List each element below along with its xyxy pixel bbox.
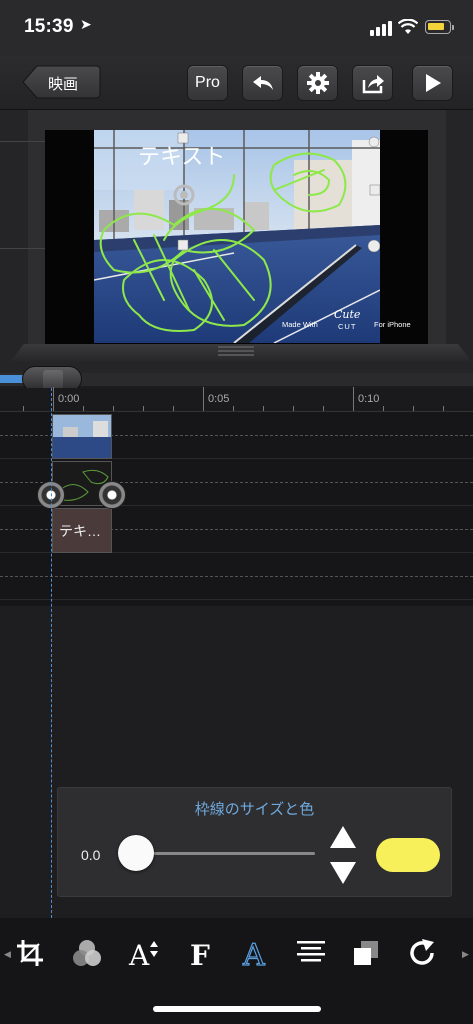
tick-label: 0:05 (208, 393, 230, 405)
stroke-settings-panel: 枠線のサイズと色 0.0 (57, 787, 452, 897)
back-button[interactable]: 映画 (22, 65, 101, 99)
wifi-icon (398, 19, 418, 34)
play-button[interactable] (412, 65, 453, 101)
font-icon: F (190, 939, 210, 969)
text-style-icon: A (241, 937, 265, 969)
align-icon (297, 941, 325, 962)
redo-icon (410, 939, 434, 965)
location-icon: ➤ (80, 16, 92, 32)
watermark-cute: Cute (334, 308, 361, 321)
home-indicator (153, 1006, 321, 1012)
stroke-size-slider-thumb[interactable] (118, 835, 154, 871)
undo-button[interactable] (242, 65, 283, 101)
crop-button[interactable] (11, 934, 49, 972)
track-empty (0, 553, 473, 600)
video-preview[interactable]: テキスト Made With Cute CUT (94, 130, 380, 343)
settings-button[interactable] (297, 65, 338, 101)
status-bar: 15:39 ➤ (0, 0, 473, 56)
font-button[interactable]: F (182, 934, 220, 972)
color-filter-icon (73, 940, 101, 966)
playhead-line (51, 388, 52, 923)
color-filter-button[interactable] (68, 934, 106, 972)
scroll-right-icon[interactable]: ▶ (462, 949, 469, 960)
stroke-size-slider[interactable] (135, 852, 315, 855)
time-ruler: 0:00 0:05 0:10 (0, 387, 473, 412)
undo-icon (252, 76, 273, 90)
svg-text:A: A (128, 939, 150, 969)
redo-button[interactable] (404, 934, 442, 972)
tick-label: 0:10 (358, 393, 380, 405)
watermark-cut: CUT (338, 322, 357, 331)
text-style-button[interactable]: A (237, 934, 275, 972)
font-size-button[interactable]: A (125, 934, 163, 972)
align-button[interactable] (292, 934, 330, 972)
pro-button[interactable]: Pro (187, 65, 228, 101)
increment-arrow-icon[interactable] (328, 824, 358, 850)
share-button[interactable] (352, 65, 393, 101)
stroke-size-value: 0.0 (81, 847, 101, 863)
svg-text:F: F (190, 939, 210, 969)
video-clip[interactable] (52, 414, 112, 459)
pro-button-label: Pro (195, 74, 220, 91)
tick-label: 0:00 (58, 393, 80, 405)
text-clip-label: テキ… (59, 523, 101, 539)
panel-title: 枠線のサイズと色 (194, 801, 315, 818)
play-icon (425, 74, 441, 92)
drag-grip[interactable] (218, 346, 254, 356)
back-button-label: 映画 (48, 76, 79, 93)
watermark-for-iphone: For iPhone (374, 320, 411, 329)
gear-icon (306, 72, 329, 94)
text-clip[interactable]: テキ… (52, 508, 112, 553)
decrement-arrow-icon[interactable] (328, 860, 358, 886)
timeline[interactable]: 0:00 0:05 0:10 テキ… (0, 387, 473, 606)
battery-icon (425, 20, 451, 34)
stroke-color-swatch[interactable] (376, 838, 440, 872)
svg-text:A: A (242, 938, 265, 969)
layer-button[interactable] (347, 934, 385, 972)
share-icon (362, 75, 384, 94)
crop-icon (17, 940, 43, 966)
layer-icon (354, 941, 378, 965)
scroll-left-icon[interactable]: ◀ (4, 949, 11, 960)
watermark-made-with: Made With (282, 320, 318, 329)
battery-tip (452, 25, 454, 30)
font-size-icon: A (128, 939, 158, 969)
clip-trim-handle-right[interactable] (98, 481, 126, 509)
overlay-text[interactable]: テキスト (138, 139, 225, 171)
top-toolbar: 映画 Pro (0, 56, 473, 110)
video-clip-thumbnail (53, 415, 111, 458)
status-time: 15:39 (24, 16, 74, 37)
